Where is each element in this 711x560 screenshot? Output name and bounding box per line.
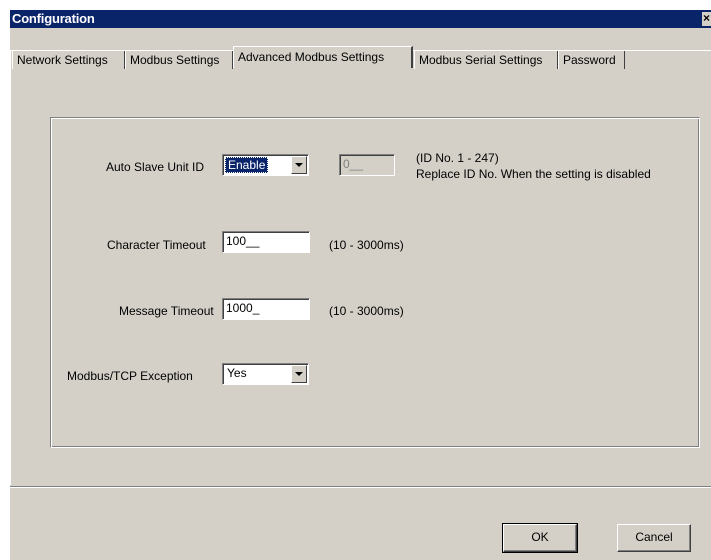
character-timeout-range: (10 - 3000ms) — [329, 238, 404, 252]
tab-advanced-modbus-settings[interactable]: Advanced Modbus Settings — [233, 46, 413, 68]
auto-slave-unit-id-label: Auto Slave Unit ID — [106, 160, 205, 174]
modbus-tcp-exception-value: Yes — [227, 366, 247, 380]
message-timeout-range: (10 - 3000ms) — [329, 304, 404, 318]
chevron-down-icon — [295, 163, 303, 167]
button-bar: OK Cancel — [10, 486, 711, 560]
ok-button[interactable]: OK — [502, 523, 578, 553]
cancel-button[interactable]: Cancel — [617, 524, 691, 552]
close-button[interactable]: × — [702, 12, 711, 26]
auto-slave-unit-id-select[interactable]: Enable — [222, 154, 309, 176]
tab-label: Advanced Modbus Settings — [238, 50, 385, 64]
character-timeout-label: Character Timeout — [107, 238, 206, 252]
close-icon: × — [703, 12, 710, 25]
id-range-hint: (ID No. 1 - 247) — [416, 151, 499, 165]
auto-slave-unit-id-value: Enable — [225, 157, 269, 173]
message-timeout-label: Message Timeout — [119, 304, 214, 318]
character-timeout-field[interactable]: 100__ — [222, 231, 310, 253]
dropdown-arrow-button[interactable] — [291, 156, 307, 174]
slave-id-field[interactable]: 0__ — [339, 154, 395, 176]
modbus-tcp-exception-select[interactable]: Yes — [222, 363, 309, 385]
configuration-window: Configuration × Network Settings Modbus … — [10, 10, 711, 560]
message-timeout-field[interactable]: 1000_ — [222, 298, 310, 320]
id-replace-hint: Replace ID No. When the setting is disab… — [416, 167, 651, 181]
dropdown-arrow-button[interactable] — [291, 365, 307, 383]
window-title: Configuration — [12, 11, 95, 26]
title-bar: Configuration × — [10, 10, 711, 28]
tab-panel: Auto Slave Unit ID Enable 0__ (ID No. 1 … — [10, 50, 711, 485]
chevron-down-icon — [295, 372, 303, 376]
settings-group: Auto Slave Unit ID Enable 0__ (ID No. 1 … — [50, 117, 700, 448]
modbus-tcp-exception-label: Modbus/TCP Exception — [67, 369, 193, 383]
